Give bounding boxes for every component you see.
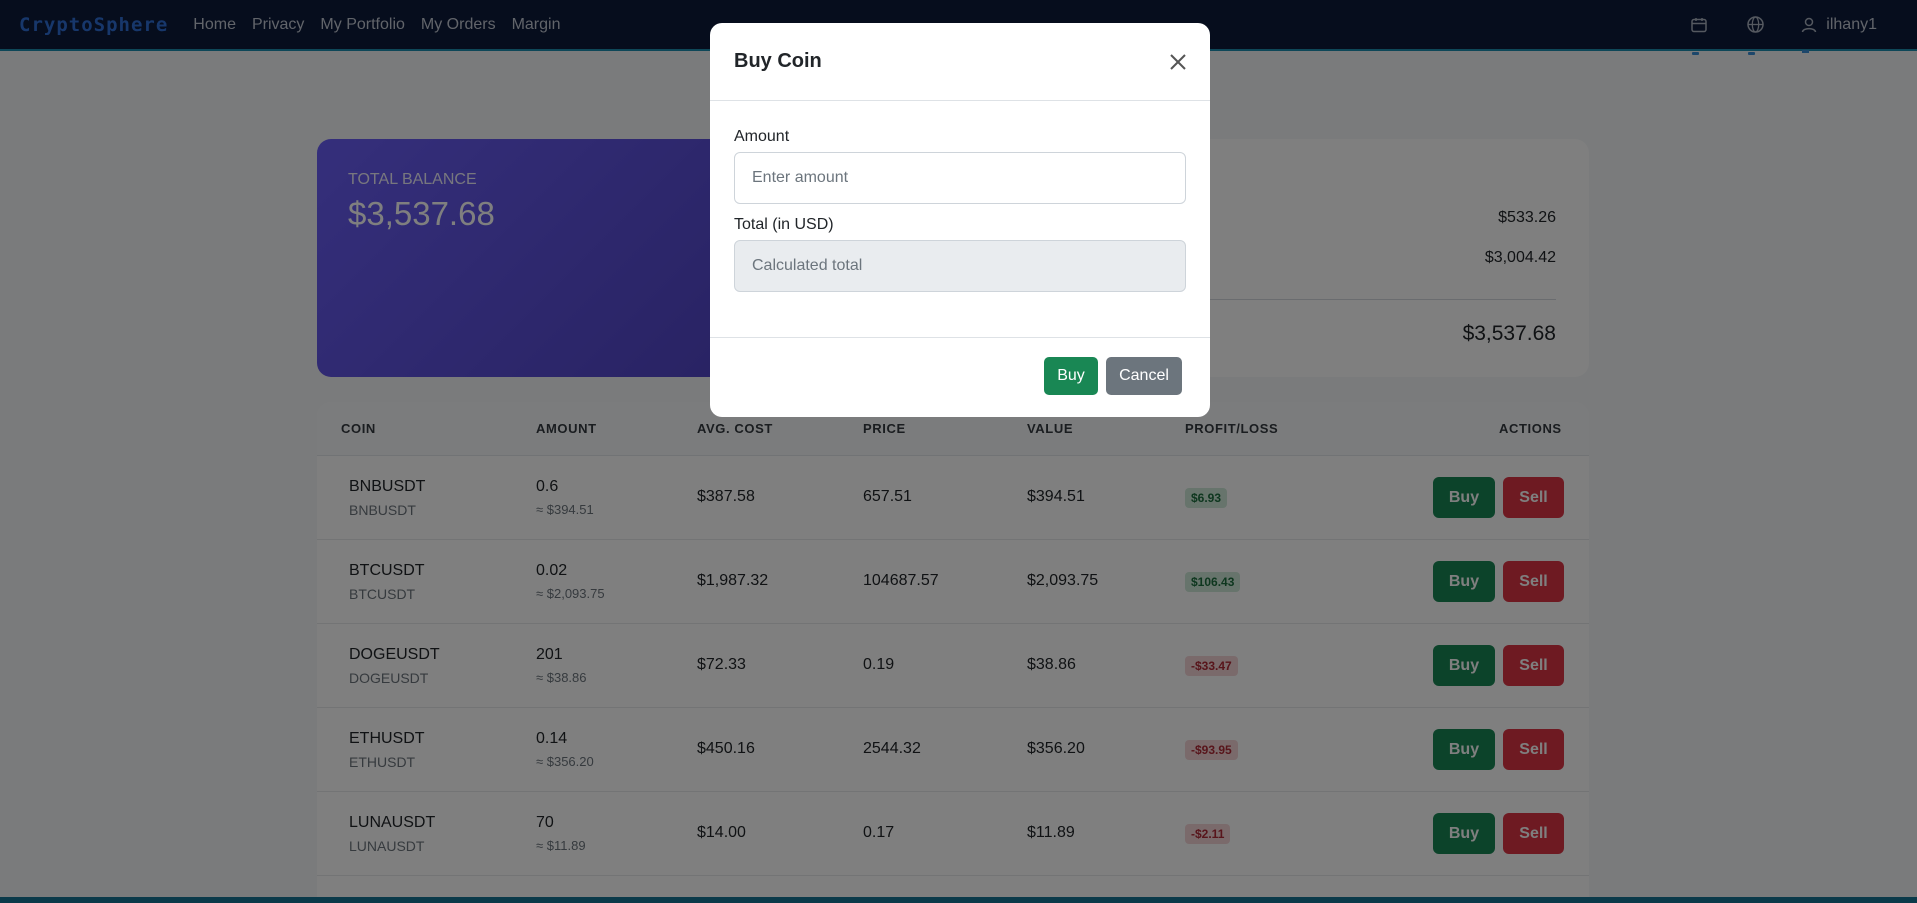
amount-input[interactable] [734, 152, 1186, 204]
modal-buy-button[interactable]: Buy [1044, 357, 1098, 395]
bottom-bar [0, 897, 1917, 903]
modal-cancel-button[interactable]: Cancel [1106, 357, 1182, 395]
buy-coin-modal: Buy Coin Amount Total (in USD) Buy Cance… [710, 23, 1210, 417]
total-label: Total (in USD) [734, 216, 834, 233]
amount-label: Amount [734, 128, 790, 145]
modal-header: Buy Coin [710, 23, 1210, 101]
modal-footer: Buy Cancel [710, 338, 1210, 416]
close-icon[interactable] [1166, 50, 1190, 74]
modal-body: Amount Total (in USD) [710, 101, 1210, 338]
modal-title: Buy Coin [734, 50, 822, 72]
total-input[interactable] [734, 240, 1186, 292]
